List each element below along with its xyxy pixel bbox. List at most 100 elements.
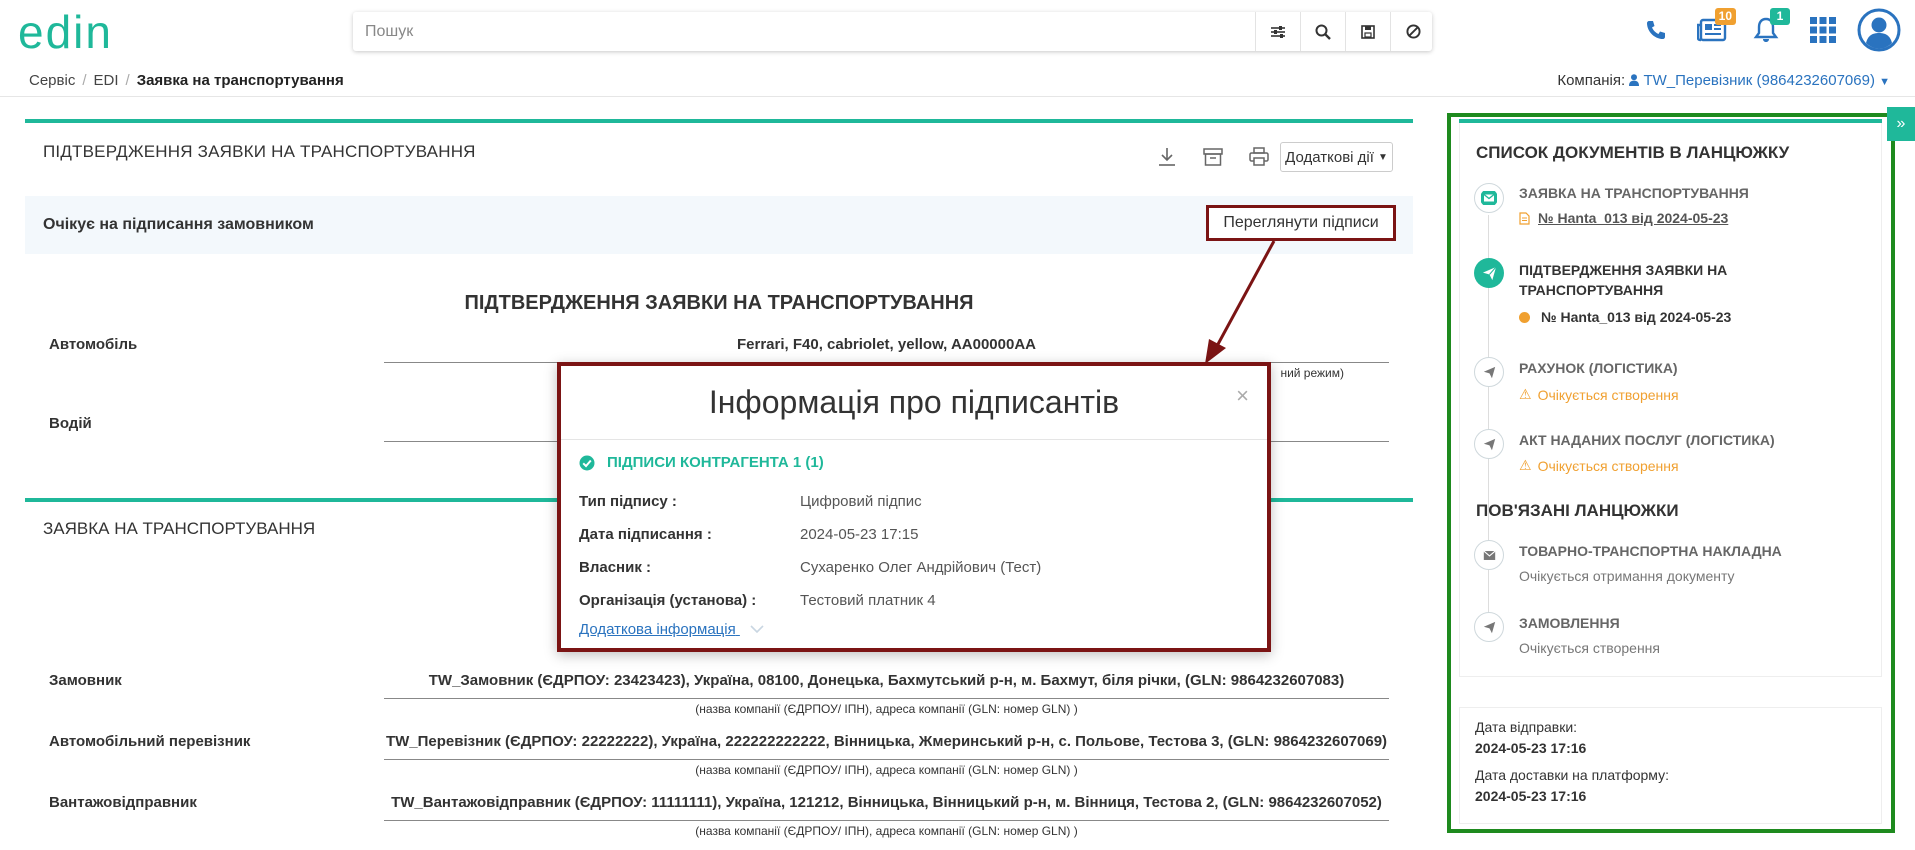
related-chains-heading: ПОВ'ЯЗАНІ ЛАНЦЮЖКИ bbox=[1476, 501, 1679, 520]
chain-item-confirmation-number: № Hanta_013 від 2024-05-23 bbox=[1541, 309, 1732, 325]
apps-menu-button[interactable] bbox=[1803, 10, 1843, 50]
search-icon bbox=[1315, 24, 1331, 40]
panel-collapse-button[interactable]: » bbox=[1887, 107, 1915, 141]
edin-logo[interactable]: edin bbox=[18, 8, 168, 58]
document-card-accent bbox=[25, 119, 1413, 123]
chain-node-request bbox=[1474, 183, 1504, 213]
company-selector: Компанія: TW_Перевізник (9864232607069) … bbox=[1557, 72, 1890, 89]
modal-title: Інформація про підписантів bbox=[708, 384, 1120, 420]
phone-icon bbox=[1647, 21, 1665, 39]
chain-item-request-title: ЗАЯВКА НА ТРАНСПОРТУВАННЯ bbox=[1519, 185, 1749, 201]
notifications-button[interactable]: 1 bbox=[1746, 8, 1790, 50]
signatures-section-header[interactable]: ПІДПИСИ КОНТРАГЕНТА 1 (1) bbox=[579, 454, 824, 471]
search-button[interactable] bbox=[1300, 12, 1345, 51]
warning-icon: ⚠ bbox=[1519, 457, 1532, 473]
document-chain-card-accent bbox=[1459, 119, 1882, 123]
shipper-value: TW_Вантажовідправник (ЄДРПОУ: 11111111),… bbox=[391, 794, 1382, 811]
save-search-button[interactable] bbox=[1345, 12, 1390, 51]
archive-button[interactable] bbox=[1200, 145, 1226, 169]
company-dropdown[interactable]: TW_Перевізник (9864232607069) ▼ bbox=[1629, 72, 1890, 89]
reset-search-button[interactable] bbox=[1390, 12, 1435, 51]
callout-arrow bbox=[1205, 240, 1276, 364]
more-actions-label: Додаткові дії bbox=[1285, 148, 1374, 166]
paper-plane-icon bbox=[1483, 621, 1495, 633]
chain-item-confirmation-link[interactable]: № Hanta_013 від 2024-05-23 bbox=[1519, 309, 1731, 325]
warning-icon: ⚠ bbox=[1519, 386, 1532, 402]
additional-info-link[interactable]: Додаткова інформація bbox=[579, 621, 764, 638]
floppy-disk-icon bbox=[1361, 24, 1375, 39]
print-button[interactable] bbox=[1246, 145, 1272, 169]
chain-item-act-title: АКТ НАДАНИХ ПОСЛУГ (ЛОГІСТИКА) bbox=[1519, 432, 1775, 448]
caret-down-icon: ▼ bbox=[1879, 76, 1890, 88]
documents-badge: 10 bbox=[1714, 8, 1736, 25]
document-status: Очікує на підписання замовником bbox=[43, 216, 314, 233]
search-input[interactable] bbox=[365, 12, 1245, 51]
signature-type-value: Цифровий підпис bbox=[800, 493, 922, 510]
user-icon bbox=[1629, 74, 1640, 86]
chain-item-act-status: ⚠ Очікується створення bbox=[1519, 457, 1679, 474]
status-dot-icon bbox=[1519, 311, 1530, 323]
documents-button[interactable]: 10 bbox=[1692, 8, 1736, 50]
filter-settings-button[interactable] bbox=[1255, 12, 1300, 51]
breadcrumb: Сервіс / EDI / Заявка на транспортування bbox=[29, 72, 344, 89]
carrier-hint: (назва компанії (ЄДРПОУ/ ІПН), адреса ко… bbox=[695, 763, 1078, 777]
download-icon bbox=[1159, 148, 1175, 166]
breadcrumb-service[interactable]: Сервіс bbox=[29, 72, 75, 89]
paper-plane-icon bbox=[1483, 366, 1495, 378]
request-title: ЗАЯВКА НА ТРАНСПОРТУВАННЯ bbox=[43, 519, 316, 538]
delivered-date-label: Дата доставки на платформу: bbox=[1475, 767, 1669, 783]
apps-grid-icon bbox=[1810, 17, 1836, 43]
related-order-status: Очікується створення bbox=[1519, 640, 1660, 656]
company-name: TW_Перевізник (9864232607069) bbox=[1643, 72, 1875, 89]
organization-value: Тестовий платник 4 bbox=[800, 592, 936, 609]
breadcrumb-edi[interactable]: EDI bbox=[94, 72, 119, 89]
top-bar: edin Пошук 10 1 bbox=[0, 0, 1915, 64]
paper-plane-icon bbox=[1483, 438, 1495, 450]
related-waybill-status: Очікується отримання документу bbox=[1519, 568, 1735, 584]
chain-item-request-number: № Hanta_013 від 2024-05-23 bbox=[1538, 210, 1729, 226]
signature-type-label: Тип підпису : bbox=[579, 493, 677, 510]
more-actions-button[interactable]: Додаткові дії ▼ bbox=[1280, 142, 1393, 172]
user-avatar-button[interactable] bbox=[1856, 7, 1902, 53]
paper-plane-icon bbox=[1482, 266, 1496, 280]
delivered-date-value: 2024-05-23 17:16 bbox=[1475, 788, 1587, 804]
chevron-down-icon bbox=[750, 625, 764, 634]
download-button[interactable] bbox=[1154, 145, 1180, 169]
ban-icon bbox=[1405, 24, 1421, 39]
archive-icon bbox=[1203, 148, 1223, 166]
header-divider bbox=[0, 96, 1915, 97]
phone-button[interactable] bbox=[1636, 10, 1676, 50]
document-title: ПІДТВЕРДЖЕННЯ ЗАЯВКИ НА ТРАНСПОРТУВАННЯ bbox=[43, 142, 476, 161]
field-underline bbox=[384, 759, 1389, 760]
chain-item-invoice-status-text: Очікується створення bbox=[1537, 386, 1679, 403]
envelope-icon bbox=[1482, 550, 1496, 560]
breadcrumb-separator: / bbox=[125, 72, 130, 89]
modal-divider bbox=[561, 439, 1267, 440]
envelope-icon bbox=[1481, 191, 1497, 205]
printer-icon bbox=[1249, 147, 1269, 166]
sliders-icon bbox=[1271, 25, 1285, 38]
search-bar bbox=[353, 12, 1432, 51]
related-waybill-title[interactable]: ТОВАРНО-ТРАНСПОРТНА НАКЛАДНА bbox=[1519, 541, 1849, 561]
sent-date-label: Дата відправки: bbox=[1475, 719, 1578, 735]
related-order-title[interactable]: ЗАМОВЛЕННЯ bbox=[1519, 613, 1849, 633]
chain-item-invoice-status: ⚠ Очікується створення bbox=[1519, 386, 1679, 403]
check-circle-icon bbox=[579, 455, 595, 470]
chain-item-request-link[interactable]: № Hanta_013 від 2024-05-23 bbox=[1519, 210, 1728, 226]
chain-node-confirmation bbox=[1474, 258, 1504, 288]
caret-down-icon: ▼ bbox=[1377, 151, 1388, 163]
document-icon bbox=[1519, 211, 1530, 225]
field-underline bbox=[384, 820, 1389, 821]
sent-date-value: 2024-05-23 17:16 bbox=[1475, 740, 1587, 756]
related-node-order bbox=[1474, 612, 1504, 642]
company-label: Компанія: bbox=[1557, 72, 1626, 89]
chain-node-act bbox=[1474, 429, 1504, 459]
signing-date-label: Дата підписання : bbox=[579, 526, 712, 543]
shipper-hint: (назва компанії (ЄДРПОУ/ ІПН), адреса ко… bbox=[695, 824, 1078, 838]
signing-date-value: 2024-05-23 17:15 bbox=[800, 526, 919, 543]
svg-text:edin: edin bbox=[18, 8, 113, 58]
breadcrumb-current: Заявка на транспортування bbox=[136, 72, 344, 89]
related-node-waybill bbox=[1474, 540, 1504, 570]
signatures-section-label: ПІДПИСИ КОНТРАГЕНТА 1 (1) bbox=[607, 454, 824, 471]
modal-close-button[interactable]: × bbox=[1236, 385, 1249, 407]
